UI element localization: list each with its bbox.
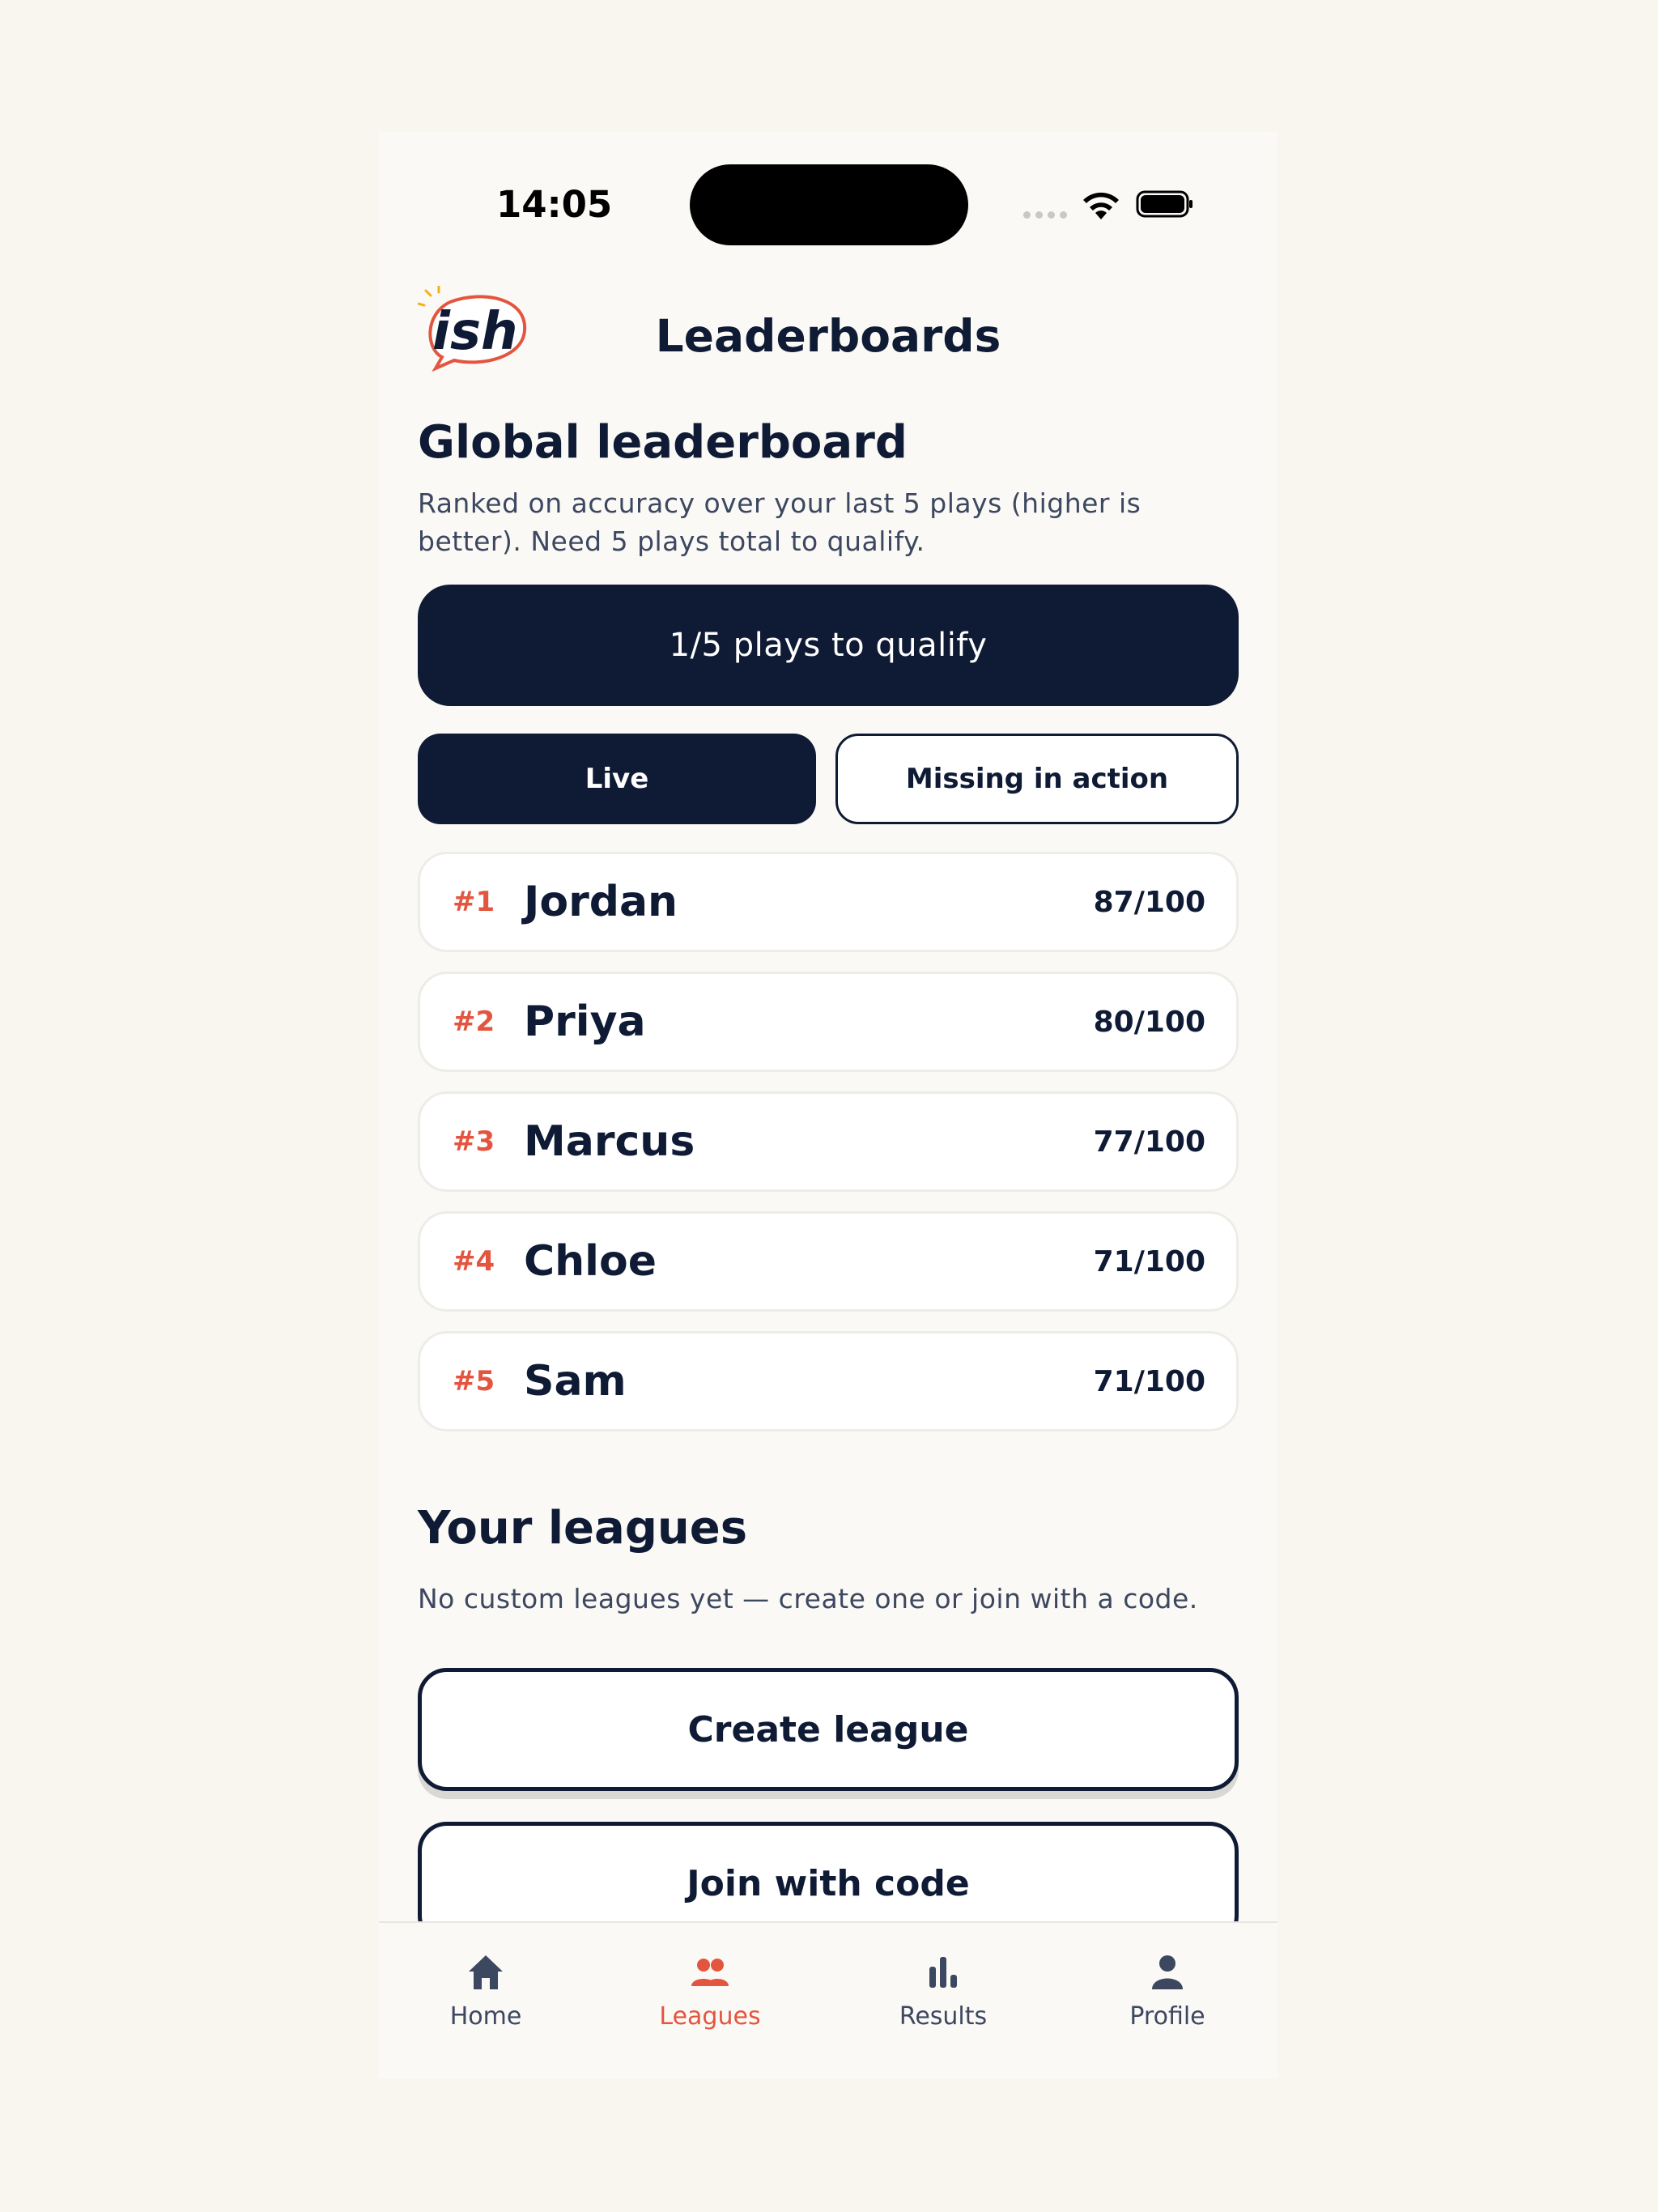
- qualify-progress-banner: 1/5 plays to qualify: [418, 585, 1239, 707]
- rank-label: #4: [453, 1245, 495, 1278]
- global-leaderboard-description: Ranked on accuracy over your last 5 play…: [418, 487, 1141, 558]
- rank-label: #5: [453, 1365, 495, 1398]
- status-bar: 14:05: [379, 132, 1278, 245]
- leaderboard-row[interactable]: #5 Sam 71/100: [418, 1331, 1239, 1432]
- people-icon: [691, 1959, 729, 1986]
- signal-icon: [1023, 211, 1067, 219]
- main-content: Global leaderboard Ranked on accuracy ov…: [418, 415, 1239, 1946]
- leaderboard-filter: Live Missing in action: [418, 734, 1239, 825]
- player-name: Sam: [524, 1357, 627, 1406]
- player-score: 71/100: [1093, 1244, 1205, 1278]
- player-name: Marcus: [524, 1117, 695, 1167]
- player-score: 87/100: [1093, 885, 1205, 919]
- tab-home-label: Home: [449, 2002, 522, 2031]
- tab-missing-in-action[interactable]: Missing in action: [835, 734, 1239, 825]
- player-score: 80/100: [1093, 1005, 1205, 1039]
- tab-profile-label: Profile: [1129, 2002, 1205, 2031]
- app-header: ish Leaderboards: [379, 286, 1278, 383]
- leaderboard-list: #1 Jordan 87/100 #2 Priya 80/100 #3 Marc…: [418, 852, 1239, 1432]
- leaderboard-row[interactable]: #4 Chloe 71/100: [418, 1211, 1239, 1312]
- person-icon: [1152, 1955, 1183, 1989]
- tab-leagues[interactable]: Leagues: [629, 1950, 791, 2031]
- tab-leagues-label: Leagues: [659, 2002, 761, 2031]
- your-leagues-title: Your leagues: [418, 1502, 748, 1555]
- rank-label: #1: [453, 886, 495, 919]
- player-name: Chloe: [524, 1237, 657, 1287]
- leaderboard-row[interactable]: #3 Marcus 77/100: [418, 1091, 1239, 1193]
- page-title: Leaderboards: [655, 310, 1001, 362]
- tab-profile[interactable]: Profile: [1086, 1950, 1248, 2031]
- tab-results-label: Results: [899, 2002, 988, 2031]
- tab-live[interactable]: Live: [418, 734, 816, 825]
- player-score: 71/100: [1093, 1364, 1205, 1398]
- create-league-button[interactable]: Create league: [418, 1668, 1239, 1792]
- player-score: 77/100: [1093, 1125, 1205, 1159]
- leaderboard-row[interactable]: #1 Jordan 87/100: [418, 852, 1239, 953]
- home-icon: [469, 1955, 503, 1989]
- status-time: 14:05: [496, 183, 613, 226]
- phone-screen: 14:05 ish Leaderboards Global leaderboar…: [379, 132, 1278, 2078]
- bottom-tab-bar: Home Leagues Results Profile: [379, 1921, 1278, 2078]
- rank-label: #2: [453, 1006, 495, 1039]
- bar-chart-icon: [929, 1957, 957, 1988]
- dynamic-island: [690, 164, 968, 245]
- player-name: Jordan: [524, 878, 678, 927]
- your-leagues-description: No custom leagues yet — create one or jo…: [418, 1583, 1198, 1615]
- wifi-icon: [1083, 192, 1119, 219]
- global-leaderboard-title: Global leaderboard: [418, 416, 908, 469]
- tab-results[interactable]: Results: [862, 1950, 1024, 2031]
- rank-label: #3: [453, 1125, 495, 1159]
- battery-icon: [1136, 190, 1192, 218]
- leaderboard-row[interactable]: #2 Priya 80/100: [418, 972, 1239, 1073]
- tab-home[interactable]: Home: [405, 1950, 567, 2031]
- player-name: Priya: [524, 998, 646, 1047]
